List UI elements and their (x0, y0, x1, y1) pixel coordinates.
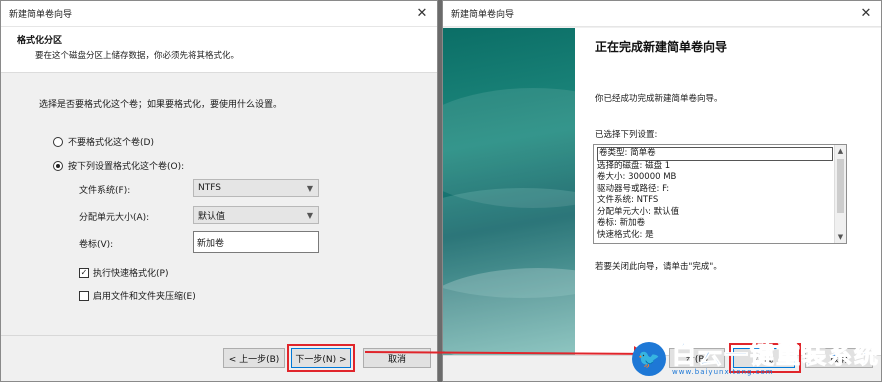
bird-logo-icon: 🐦 (632, 342, 666, 376)
wizard-content: 正在完成新建简单卷向导 你已经成功完成新建简单卷向导。 已选择下列设置: 卷类型… (575, 28, 881, 355)
selected-settings-label: 已选择下列设置: (595, 130, 658, 140)
volume-label-label: 卷标(V): (79, 240, 114, 250)
summary-line: 卷标: 新加卷 (597, 218, 646, 228)
radio-button[interactable] (53, 136, 63, 147)
back-button[interactable]: < 上一步(B) (223, 348, 285, 368)
radio-no-format[interactable]: 不要格式化这个卷(D) (53, 135, 154, 148)
filesystem-label: 文件系统(F): (79, 186, 131, 196)
wizard-complete-window: 新建简单卷向导 ✕ 正在完成新建简单卷向导 你已经成功完成新建简单卷向导。 已选… (442, 0, 882, 382)
format-prompt: 选择是否要格式化这个卷；如果要格式化，要使用什么设置。 (39, 100, 283, 110)
filesystem-select[interactable]: NTFS ▼ (193, 179, 319, 197)
summary-line: 卷大小: 300000 MB (597, 172, 677, 182)
completion-heading: 正在完成新建简单卷向导 (595, 40, 728, 54)
close-hint: 若要关闭此向导，请单击"完成"。 (595, 262, 722, 272)
allocation-label: 分配单元大小(A): (79, 213, 150, 223)
title-bar: 新建简单卷向导 ✕ (443, 1, 881, 27)
chevron-down-icon: ▼ (306, 210, 314, 220)
checkbox-label: 启用文件和文件夹压缩(E) (93, 292, 196, 302)
settings-summary-list[interactable]: 卷类型: 简单卷 选择的磁盘: 磁盘 1 卷大小: 300000 MB 驱动器号… (593, 144, 847, 244)
radio-label: 不要格式化这个卷(D) (68, 138, 154, 148)
watermark: 🐦 白云一键重装系统 www.baiyunxitong.com (632, 336, 882, 382)
checkbox-unchecked[interactable] (79, 290, 89, 301)
radio-label: 按下列设置格式化这个卷(O): (68, 162, 185, 172)
summary-line: 驱动器号或路径: F: (597, 183, 670, 194)
summary-line: 分配单元大小: 默认值 (597, 206, 680, 217)
title-bar: 新建简单卷向导 ✕ (1, 1, 437, 27)
window-title: 新建简单卷向导 (451, 10, 515, 20)
scroll-thumb[interactable] (837, 159, 844, 213)
quick-format-checkbox[interactable]: ✓ 执行快速格式化(P) (79, 266, 168, 279)
watermark-url: www.baiyunxitong.com (672, 368, 774, 376)
page-subtitle: 要在这个磁盘分区上储存数据，你必须先将其格式化。 (35, 51, 240, 61)
allocation-value: 默认值 (198, 211, 226, 222)
summary-line: 文件系统: NTFS (597, 195, 659, 205)
checkbox-label: 执行快速格式化(P) (93, 269, 169, 279)
filesystem-value: NTFS (198, 183, 221, 193)
close-icon[interactable]: ✕ (851, 1, 881, 27)
scrollbar[interactable]: ▲ ▼ (834, 145, 846, 243)
scroll-down-icon[interactable]: ▼ (835, 231, 846, 243)
watermark-brand: 白云一键重装系统 (672, 341, 880, 369)
format-partition-window: 新建简单卷向导 ✕ 格式化分区 要在这个磁盘分区上储存数据，你必须先将其格式化。… (0, 0, 438, 382)
radio-button[interactable] (53, 160, 63, 171)
footer-divider (1, 335, 437, 336)
chevron-down-icon: ▼ (306, 183, 314, 193)
radio-format-with-settings[interactable]: 按下列设置格式化这个卷(O): (53, 159, 184, 172)
window-title: 新建简单卷向导 (9, 10, 73, 20)
summary-line: 快速格式化: 是 (597, 229, 654, 240)
close-icon[interactable]: ✕ (407, 1, 437, 27)
wizard-header: 格式化分区 要在这个磁盘分区上储存数据，你必须先将其格式化。 (1, 27, 437, 73)
volume-label-input[interactable]: 新加卷 (193, 231, 319, 253)
checkbox-checked[interactable]: ✓ (79, 267, 89, 278)
summary-line: 卷类型: 简单卷 (597, 147, 833, 161)
next-button-highlight (287, 344, 355, 372)
scroll-up-icon[interactable]: ▲ (835, 145, 846, 157)
summary-line: 选择的磁盘: 磁盘 1 (597, 160, 671, 171)
page-title: 格式化分区 (17, 36, 63, 46)
allocation-select[interactable]: 默认值 ▼ (193, 206, 319, 224)
wizard-side-banner (443, 28, 575, 355)
success-text: 你已经成功完成新建简单卷向导。 (595, 94, 723, 104)
compression-checkbox[interactable]: 启用文件和文件夹压缩(E) (79, 289, 196, 302)
